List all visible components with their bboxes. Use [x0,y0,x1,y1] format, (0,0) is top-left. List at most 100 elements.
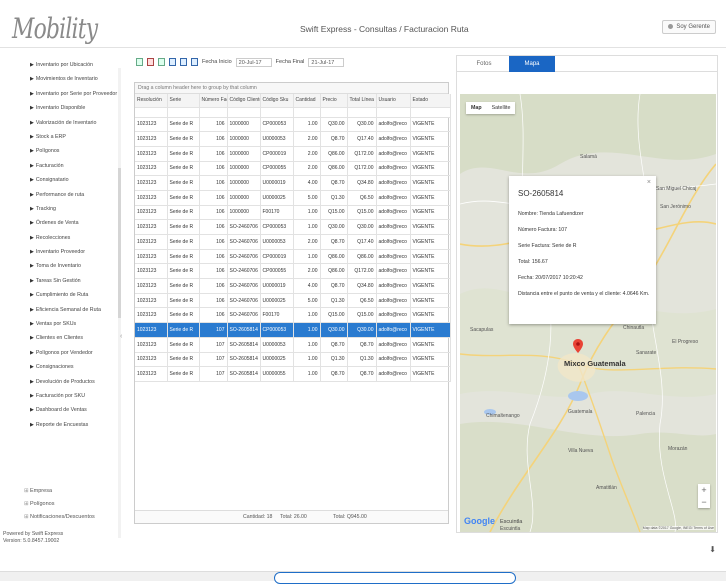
column-filter[interactable] [167,107,200,118]
sidebar-item[interactable]: ▶ Ventas por SKUs [30,317,118,331]
table-row[interactable]: 1023123 Serie de R 106 1000000 U0000053 2.00 Q… [135,131,451,147]
column-header[interactable]: Total Línea [347,94,377,108]
sidebar-arrow-icon: ▶ [30,62,34,68]
sidebar-item[interactable]: ▶ Facturación [30,159,118,173]
column-filter[interactable] [376,107,411,118]
table-row[interactable]: 1023123 Serie de R 106 1000000 CP000019 2.00 Q… [135,146,451,162]
sidebar-item[interactable]: ▶ Inventario Disponible [30,101,118,115]
table-row[interactable]: 1023123 Serie de R 106 SO-2460706 CP000053 1.… [135,219,451,235]
column-header[interactable]: Serie [167,94,200,108]
column-header[interactable]: Número Factu [199,94,228,108]
sidebar-item[interactable]: ▶ Tareas Sin Gestión [30,274,118,288]
table-row[interactable]: 1023123 Serie de R 106 1000000 F00170 1.00 Q15… [135,205,451,221]
fecha-final-input[interactable]: 21-Jul-17 [308,57,345,67]
map-type-map[interactable]: Map [466,102,487,114]
scrollbar-thumb[interactable] [118,168,121,318]
column-filter[interactable] [320,107,348,118]
sidebar-item[interactable]: ▶ Órdenes de Venta [30,216,118,230]
collapse-sidebar-icon[interactable]: ‹ [120,333,122,340]
table-row[interactable]: 1023123 Serie de R 107 SO-2605814 U0000053 1.… [135,337,451,353]
table-row[interactable]: 1023123 Serie de R 106 1000000 CP000055 2.00 Q… [135,161,451,177]
csv-export-icon[interactable] [158,58,165,66]
bottom-scroll-indicator[interactable] [274,572,516,584]
tab-fotos[interactable]: Fotos [461,56,507,72]
table-row[interactable]: 1023123 Serie de R 106 1000000 U0000019 4.00 Q… [135,175,451,191]
map-place-label: Morazán [668,446,688,452]
refresh-icon[interactable] [191,58,198,66]
zoom-in-button[interactable]: + [698,484,710,496]
fecha-inicio-input[interactable]: 20-Jul-17 [235,57,272,67]
columns-icon[interactable] [169,58,176,66]
close-icon[interactable]: × [647,179,651,186]
sidebar-scrollbar[interactable] [118,68,121,538]
table-row[interactable]: 1023123 Serie de R 107 SO-2605814 U0000025 1.… [135,352,451,368]
sidebar-item[interactable]: ▶ Valorización de Inventario [30,116,118,130]
download-icon[interactable]: ⬇ [709,545,716,554]
table-row[interactable]: 1023123 Serie de R 106 SO-2460706 CP000019 1.… [135,249,451,265]
table-cell: Q8.70 [320,131,348,147]
column-header[interactable]: Resolución [135,94,168,108]
table-cell: VIGENTE [410,322,451,338]
user-button[interactable]: Soy Gerente [662,20,716,34]
map-view[interactable]: Map Satellite RabinalSan Miguel ChicajSa… [460,94,716,532]
sidebar-item[interactable]: ▶ Polígonos [30,144,118,158]
sidebar-section-empresa[interactable]: ⊞Empresa [24,488,52,494]
sidebar-arrow-icon: ▶ [30,105,34,112]
table-row[interactable]: 1023123 Serie de R 106 SO-2460706 U0000019 4.… [135,278,451,294]
map-attribution[interactable]: Map data ©2017 Google, INEGI Terms of Us… [642,526,714,530]
sidebar-item[interactable]: ▶ Dashboard de Ventas [30,403,118,417]
table-row[interactable]: 1023123 Serie de R 107 SO-2605814 CP000053 1.… [135,322,451,338]
sidebar-item[interactable]: ▶ Reporte de Encuestas [30,418,118,432]
sidebar-item[interactable]: ▶ Inventario por Ubicación [30,58,118,72]
table-row[interactable]: 1023123 Serie de R 106 SO-2460706 U0000025 5.… [135,293,451,309]
sidebar-item[interactable]: ▶ Movimientos de Inventario [30,72,118,86]
table-row[interactable]: 1023123 Serie de R 106 1000000 CP000053 1.00 Q… [135,117,451,133]
column-header[interactable]: Código Sku [260,94,294,108]
sidebar-item[interactable]: ▶ Cumplimiento de Ruta [30,288,118,302]
sidebar-item[interactable]: ▶ Tracking [30,202,118,216]
map-marker-icon[interactable] [573,339,583,355]
sidebar-item[interactable]: ▶ Inventario Proveedor [30,245,118,259]
excel-export-icon[interactable] [136,58,143,66]
group-by-bar[interactable]: Drag a column header here to group by th… [135,83,448,94]
column-filter[interactable] [199,107,228,118]
sidebar-arrow-icon: ▶ [30,148,34,155]
column-filter[interactable] [410,107,451,118]
table-row[interactable]: 1023123 Serie de R 106 SO-2460706 CP000055 2.… [135,263,451,280]
sidebar-section-notificaciones[interactable]: ⊞Notificaciones/Descuentos [24,514,95,520]
print-icon[interactable] [180,58,187,66]
table-row[interactable]: 1023123 Serie de R 106 SO-2460706 U0000053 2.… [135,234,451,250]
sidebar-item[interactable]: ▶ Consignatario [30,173,118,187]
table-cell: Serie de R [167,337,200,353]
sidebar-item[interactable]: ▶ Clientes en Clientes [30,331,118,345]
sidebar-item[interactable]: ▶ Consignaciones [30,360,118,374]
column-header[interactable]: Cantidad [293,94,321,108]
table-row[interactable]: 1023123 Serie de R 106 1000000 U0000025 5.00 Q… [135,190,451,206]
column-filter[interactable] [260,107,294,118]
sidebar-item[interactable]: ▶ Eficiencia Semanal de Ruta [30,303,118,317]
table-row[interactable]: 1023123 Serie de R 107 SO-2605814 U0000055 1.… [135,366,451,382]
column-header[interactable]: Estado [410,94,451,108]
pdf-export-icon[interactable] [147,58,154,66]
column-filter[interactable] [293,107,321,118]
column-header[interactable]: Precio [320,94,348,108]
table-row[interactable]: 1023123 Serie de R 106 SO-2460706 F00170 1.00… [135,307,451,324]
map-type-satellite[interactable]: Satellite [487,102,516,114]
sidebar-item[interactable]: ▶ Recolecciones [30,231,118,245]
sidebar-item[interactable]: ▶ Facturación por SKU [30,389,118,403]
column-header[interactable]: Usuario [376,94,411,108]
sidebar-item[interactable]: ▶ Inventario por Serie por Proveedor [30,87,118,101]
sidebar-item[interactable]: ▶ Toma de Inventario [30,259,118,273]
tab-mapa[interactable]: Mapa [509,56,555,72]
sidebar-item[interactable]: ▶ Stock a ERP [30,130,118,144]
sidebar-item[interactable]: ▶ Polígonos por Vendedor [30,346,118,360]
zoom-out-button[interactable]: − [698,496,710,508]
column-filter[interactable] [135,107,168,118]
sidebar-item[interactable]: ▶ Devolución de Productos [30,375,118,389]
column-header[interactable]: Código Cliente [227,94,261,108]
sidebar-item[interactable]: ▶ Performance de ruta [30,188,118,202]
column-filter[interactable] [347,107,377,118]
table-cell: Q86.00 [320,161,348,177]
sidebar-section-poligonos[interactable]: ⊞Polígonos [24,501,54,507]
column-filter[interactable] [227,107,261,118]
